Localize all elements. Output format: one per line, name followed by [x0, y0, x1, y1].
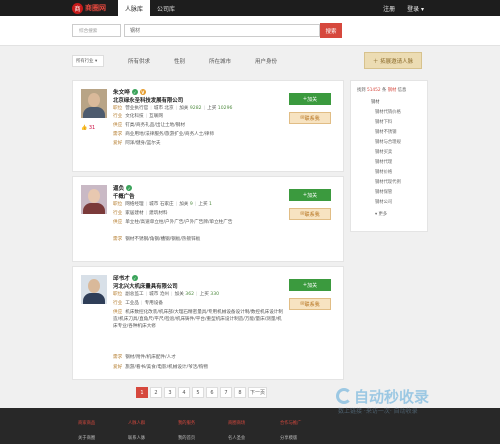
verified-icon: ✓	[131, 89, 138, 95]
footer-link[interactable]: 分享模版	[280, 435, 297, 441]
person-name[interactable]: 邱书才	[113, 274, 130, 282]
company-name[interactable]: 北京绿永圣科技发展有限公司	[113, 96, 183, 104]
filter-city[interactable]: 所在城市	[209, 57, 231, 65]
tab-companies[interactable]: 公司库	[150, 0, 182, 16]
sidebar-item[interactable]: 钢材价格	[375, 169, 392, 175]
person-card: 邱书才 ✓ 河北兴大机床量具有限公司 职位 副总监工 | 城市 沧州 | 加关 362 | 上…	[72, 266, 344, 380]
sidebar-item[interactable]: 钢材公司	[375, 199, 392, 205]
page-6[interactable]: 6	[206, 387, 218, 398]
footer-heading[interactable]: 商家商品	[78, 420, 95, 426]
page-3[interactable]: 3	[164, 387, 176, 398]
sidebar-item[interactable]: 钢材下料	[375, 119, 392, 125]
row-industry: 行业 工业品 | 专用设备	[113, 301, 163, 306]
vip-icon: V	[139, 89, 146, 95]
row-position: 职位 副总监工 | 城市 沧州 | 加关 362 | 上买 330	[113, 292, 220, 297]
row-demand: 需求 钢材不锈钢/角钢/槽钢/钢板/热镀锌板	[113, 237, 201, 242]
result-summary: 找到 51452 条 钢材 信息	[357, 88, 407, 93]
login-link[interactable]: 登录 ▾	[407, 4, 424, 13]
logo-seal-icon: 商	[72, 2, 83, 14]
row-demand: 需求 商业用地/法律服务/旅游扩业/商务人士/律师	[113, 132, 215, 137]
category-label[interactable]: 钢材	[371, 99, 380, 105]
related-sidebar: 找到 51452 条 钢材 信息 钢材 钢材代销价格 钢材下料 钢材不锈钢 钢材…	[350, 80, 428, 232]
verified-icon: ✓	[131, 275, 138, 281]
row-position: 职位 网络经理 | 城市 石家庄 | 加关 9 | 上买 1	[113, 202, 212, 207]
page-2[interactable]: 2	[150, 387, 162, 398]
page-7[interactable]: 7	[220, 387, 232, 398]
site-logo[interactable]: 商 商圈网	[72, 2, 118, 14]
footer-heading[interactable]: 我的服务	[178, 420, 195, 426]
next-page[interactable]: 下一页	[248, 387, 267, 398]
person-card: 逼负 ✓ 千概广告 职位 网络经理 | 城市 石家庄 | 加关 9 | 上买 1 行业 家居建材…	[72, 176, 344, 262]
company-name[interactable]: 千概广告	[113, 192, 135, 200]
row-supply: 供应 钉类/商务礼品/出让土地/钢材	[113, 123, 185, 128]
row-hobby: 爱好 阿泽/健身/篮尔夫	[113, 141, 161, 146]
follow-button[interactable]: + 加关	[289, 93, 331, 105]
page-1[interactable]: 1	[136, 387, 148, 398]
watermark-text: 自动秒收录	[354, 388, 430, 406]
plus-icon: ＋	[372, 58, 381, 65]
follow-button[interactable]: + 加关	[289, 279, 331, 291]
person-name[interactable]: 逼负	[113, 184, 124, 192]
footer-link[interactable]: 我的首页	[178, 435, 195, 441]
sidebar-item[interactable]: 钢材与合理规	[375, 139, 401, 145]
search-input[interactable]: 钢材	[124, 24, 320, 37]
footer-heading[interactable]: 商圈商场	[228, 420, 245, 426]
page-4[interactable]: 4	[178, 387, 190, 398]
avatar[interactable]	[81, 275, 107, 304]
sidebar-item[interactable]: 钢材保管	[375, 189, 392, 195]
row-demand: 需求 钢材/附件/机床配件/人才	[113, 355, 176, 360]
top-navbar: 商 商圈网 人脉库 公司库 注册 登录 ▾	[0, 0, 500, 16]
row-hobby: 爱好 旅游/看书/美食/电影/机械设计/爷活/购物	[113, 365, 208, 370]
person-card: 👍 31 朱文哗 ✓ V 北京绿永圣科技发展有限公司 职位 营业执行官 | 城市 北京…	[72, 80, 344, 172]
watermark-subtext: 数上链接 ·来访一次· 自动收录	[338, 408, 418, 415]
filter-supply[interactable]: 所有供求	[128, 57, 150, 65]
page-5[interactable]: 5	[192, 387, 204, 398]
footer-heading[interactable]: 合作与推广	[280, 420, 301, 426]
row-industry: 行业 家居建材 | 建筑材料	[113, 211, 168, 216]
invite-contacts-button[interactable]: ＋ 拓展邀请人脉	[364, 52, 422, 69]
search-type-select[interactable]: 综合搜索	[72, 24, 121, 37]
search-button[interactable]: 搜索	[320, 23, 342, 38]
row-industry: 行业 文化科技 | 互联网	[113, 114, 163, 119]
contact-button[interactable]: ✉ 联系我	[289, 112, 331, 124]
verified-icon: ✓	[126, 185, 133, 191]
row-position: 职位 营业执行官 | 城市 北京 | 加关 9282 | 上买 10296	[113, 106, 233, 111]
avatar[interactable]	[81, 89, 107, 118]
like-count[interactable]: 👍 31	[81, 125, 95, 131]
logo-text: 商圈网	[85, 3, 106, 12]
company-name[interactable]: 河北兴大机床量具有限公司	[113, 282, 178, 290]
footer-link[interactable]: 联系人脉	[128, 435, 145, 441]
sidebar-item[interactable]: 钢材代现代例	[375, 179, 401, 185]
watermark-overlay: 自动秒收录 数上链接 ·来访一次· 自动收录	[336, 386, 486, 416]
sidebar-item[interactable]: 钢材买卖	[375, 149, 392, 155]
footer-heading[interactable]: 人脉人群	[128, 420, 145, 426]
sidebar-item[interactable]: 钢材代理	[375, 159, 392, 165]
footer-link[interactable]: 名人圣会	[228, 435, 245, 441]
search-bar: 综合搜索 钢材 搜索	[0, 16, 500, 46]
contact-button[interactable]: ✉ 联系我	[289, 298, 331, 310]
more-link[interactable]: ▾ 更多	[375, 211, 387, 217]
row-supply: 供应 机床数控化改装/机床部/大理石精密量具/专用机械设备设计制/数控机床设计制造…	[113, 310, 283, 329]
tab-people[interactable]: 人脉库	[118, 0, 151, 16]
avatar[interactable]	[81, 185, 107, 214]
contact-button[interactable]: ✉ 联系我	[289, 208, 331, 220]
watermark-logo-icon	[336, 388, 352, 404]
filter-gender[interactable]: 性别	[174, 57, 185, 65]
sidebar-item[interactable]: 钢材代销价格	[375, 109, 401, 115]
follow-button[interactable]: + 加关	[289, 189, 331, 201]
person-name[interactable]: 朱文哗	[113, 88, 130, 96]
sidebar-item[interactable]: 钢材不锈钢	[375, 129, 396, 135]
footer-link[interactable]: 关于商圈	[78, 435, 95, 441]
filter-identity[interactable]: 用户身份	[255, 57, 277, 65]
page-8[interactable]: 8	[234, 387, 246, 398]
thumb-icon: 👍	[81, 125, 88, 131]
register-link[interactable]: 注册	[383, 4, 395, 13]
row-supply: 供应 单立柱/高速单立柱/户外广告/户外广告牌/单立柱广告	[113, 220, 233, 225]
industry-filter[interactable]: 所有行业 ▾	[72, 54, 104, 67]
pagination: 1 2 3 4 5 6 7 8 下一页	[136, 387, 267, 398]
